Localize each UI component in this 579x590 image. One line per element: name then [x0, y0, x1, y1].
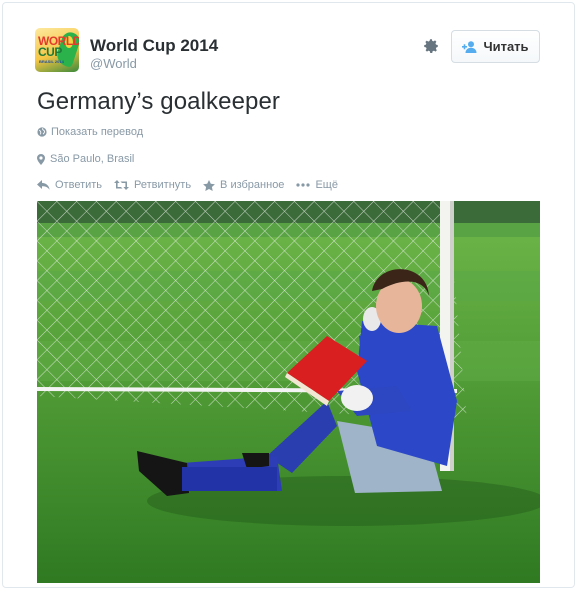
tweet-text: Germany’s goalkeeper [37, 88, 281, 115]
more-dots-icon [296, 183, 311, 187]
translate-link-label: Показать перевод [51, 126, 144, 138]
more-label: Ещё [315, 179, 338, 191]
location-label: São Paulo, Brasil [50, 153, 135, 165]
reply-icon [37, 180, 50, 190]
avatar-logo-text-3: BRASIL 2014 [39, 59, 64, 64]
avatar[interactable]: WORLD CUP BRASIL 2014 [35, 28, 79, 72]
tweet-actions: Ответить Ретвитнуть В избранное Ещё [37, 179, 350, 191]
account-handle[interactable]: @World [90, 56, 137, 71]
account-name[interactable]: World Cup 2014 [90, 36, 218, 56]
retweet-icon [114, 180, 130, 190]
retweet-button[interactable]: Ретвитнуть [114, 179, 191, 191]
follow-button-label: Читать [483, 39, 529, 54]
reply-button[interactable]: Ответить [37, 179, 102, 191]
star-icon [203, 179, 215, 191]
translate-link[interactable]: Показать перевод [37, 126, 143, 138]
add-user-icon [462, 40, 477, 53]
avatar-logo-text-2: CUP [38, 45, 62, 59]
gear-icon[interactable] [422, 37, 440, 55]
retweet-label: Ретвитнуть [134, 179, 192, 191]
location-pin-icon [37, 153, 45, 165]
tweet-photo[interactable] [37, 201, 540, 583]
goalkeeper-photo [37, 201, 540, 583]
follow-button[interactable]: Читать [451, 30, 540, 63]
favorite-label: В избранное [220, 179, 285, 191]
favorite-button[interactable]: В избранное [203, 179, 284, 191]
tweet-location[interactable]: São Paulo, Brasil [37, 153, 134, 165]
globe-icon [37, 127, 47, 137]
more-button[interactable]: Ещё [296, 179, 338, 191]
reply-label: Ответить [55, 179, 103, 191]
